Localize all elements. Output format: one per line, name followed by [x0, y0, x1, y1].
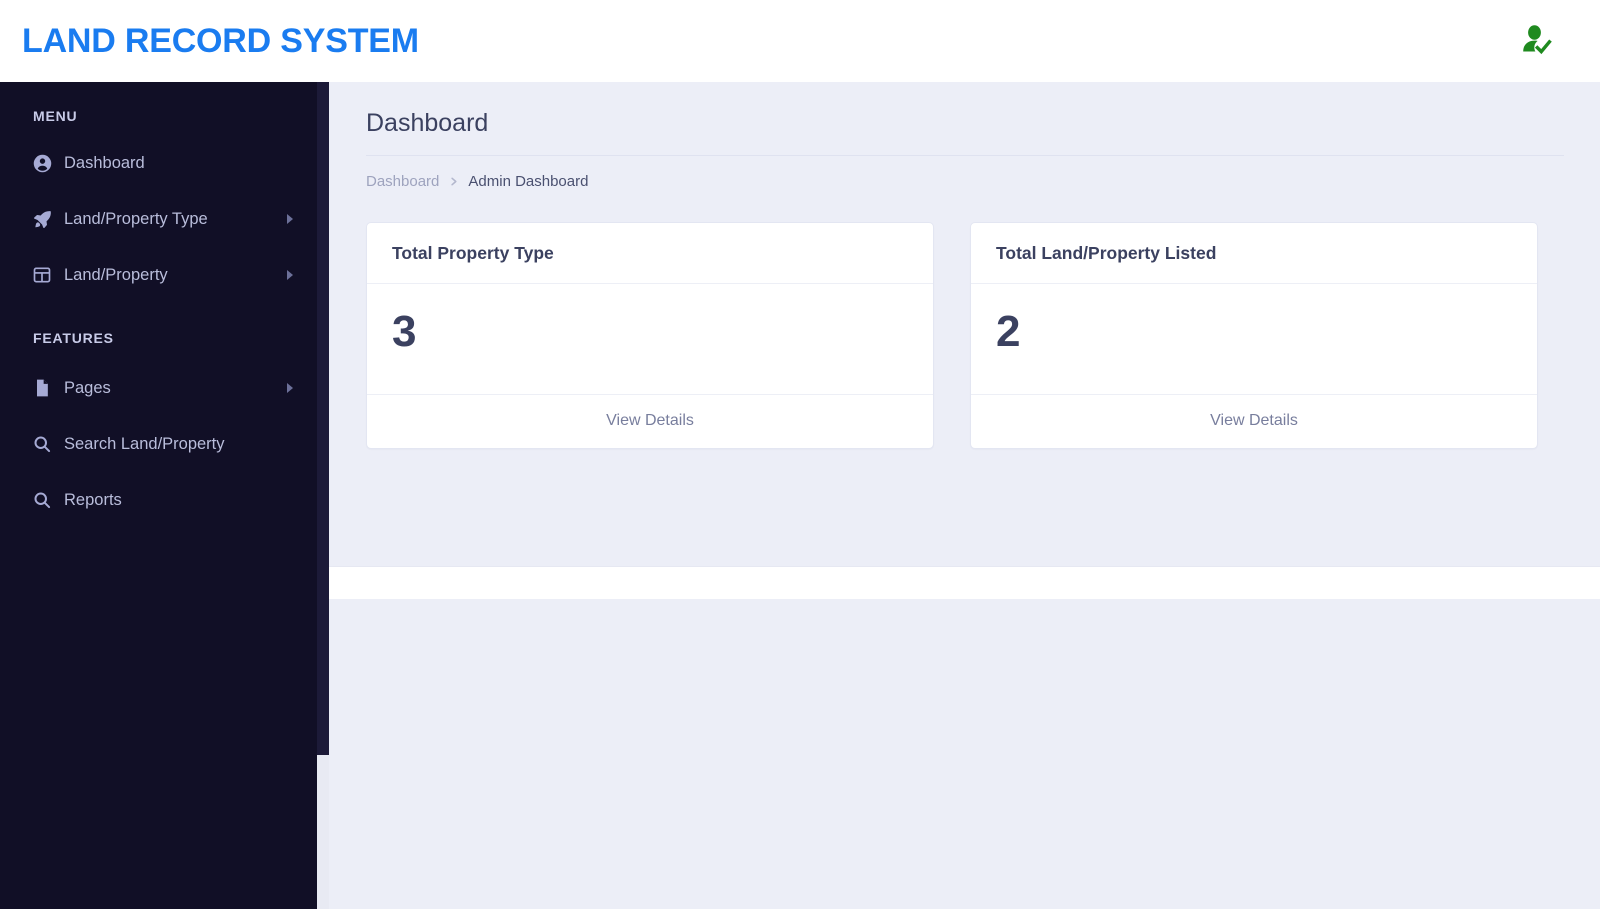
sidebar-item-pages[interactable]: Pages — [0, 371, 317, 405]
sidebar-item-label: Land/Property — [64, 265, 168, 284]
sidebar-scrollbar-thumb[interactable] — [317, 82, 329, 755]
card-value: 2 — [996, 307, 1021, 356]
main-content-area: Dashboard Dashboard Admin Dashboard Tota… — [329, 82, 1600, 566]
stat-cards-row: Total Property Type 3 View Details Total… — [329, 190, 1600, 449]
sidebar-item-label: Dashboard — [64, 153, 145, 172]
sidebar-item-dashboard[interactable]: Dashboard — [0, 146, 317, 180]
page-footer-strip — [329, 566, 1600, 599]
card-title: Total Land/Property Listed — [971, 223, 1537, 284]
sidebar-item-search-land-property[interactable]: Search Land/Property — [0, 427, 317, 461]
card-title: Total Property Type — [367, 223, 933, 284]
search-icon — [31, 433, 53, 455]
card-body: 3 — [367, 284, 933, 394]
sidebar-item-reports[interactable]: Reports — [0, 483, 317, 517]
sidebar-section-title-menu: MENU — [33, 108, 78, 124]
chevron-right-icon — [287, 270, 293, 280]
sidebar-item-land-property-type[interactable]: Land/Property Type — [0, 202, 317, 236]
table-grid-icon — [31, 264, 53, 286]
sidebar-scrollbar[interactable] — [317, 82, 329, 909]
user-circle-icon — [31, 152, 53, 174]
breadcrumb-current: Admin Dashboard — [468, 173, 589, 190]
sidebar-item-label: Land/Property Type — [64, 209, 208, 228]
card-body: 2 — [971, 284, 1537, 394]
header-right-actions — [1512, 18, 1576, 64]
search-icon — [31, 489, 53, 511]
sidebar-item-label: Reports — [64, 490, 122, 509]
breadcrumb-parent-link[interactable]: Dashboard — [366, 173, 439, 190]
sidebar-section-title-features: FEATURES — [33, 330, 114, 346]
user-check-icon — [1518, 23, 1552, 60]
document-icon — [31, 377, 53, 399]
card-total-property-type: Total Property Type 3 View Details — [366, 222, 934, 449]
sidebar-item-label: Search Land/Property — [64, 434, 225, 453]
rocket-icon — [31, 208, 53, 230]
card-value: 3 — [392, 307, 417, 356]
chevron-right-icon — [448, 176, 459, 187]
sidebar-item-land-property[interactable]: Land/Property — [0, 258, 317, 292]
breadcrumb: Dashboard Admin Dashboard — [366, 156, 1564, 190]
top-header-bar: LAND RECORD SYSTEM — [0, 0, 1600, 82]
sidebar-navigation: MENU Dashboard Land/Property Type Land/P… — [0, 82, 329, 909]
sidebar-item-label: Pages — [64, 378, 111, 397]
chevron-right-icon — [287, 214, 293, 224]
view-details-button[interactable]: View Details — [367, 394, 933, 448]
user-profile-button[interactable] — [1512, 18, 1558, 64]
page-background-remainder — [329, 599, 1600, 909]
chevron-right-icon — [287, 383, 293, 393]
page-header: Dashboard Dashboard Admin Dashboard — [329, 82, 1600, 190]
view-details-button[interactable]: View Details — [971, 394, 1537, 448]
card-total-land-property-listed: Total Land/Property Listed 2 View Detail… — [970, 222, 1538, 449]
app-brand-title: LAND RECORD SYSTEM — [22, 22, 419, 60]
page-title: Dashboard — [366, 109, 489, 137]
